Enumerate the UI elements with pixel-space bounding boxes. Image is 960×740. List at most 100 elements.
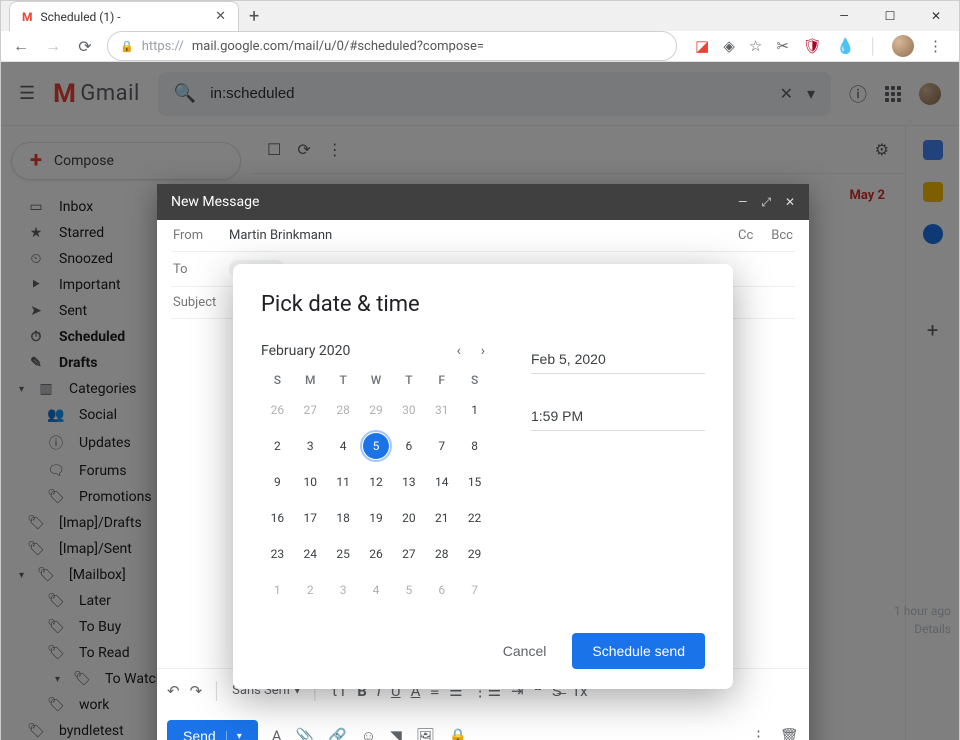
calendar-month-label: February 2020 [261, 343, 350, 359]
calendar-next-icon[interactable]: › [481, 343, 485, 359]
compose-from-row[interactable]: From Martin Brinkmann Cc Bcc [171, 220, 795, 252]
redo-icon[interactable]: ↷ [190, 682, 203, 700]
calendar-day: 1 [264, 577, 290, 603]
calendar-day[interactable]: 7 [429, 433, 455, 459]
nav-reload-icon[interactable]: ⟳ [75, 37, 95, 56]
undo-icon[interactable]: ↶ [167, 682, 180, 700]
calendar-day[interactable]: 2 [264, 433, 290, 459]
calendar-day[interactable]: 27 [396, 541, 422, 567]
calendar-day[interactable]: 18 [330, 505, 356, 531]
cancel-button[interactable]: Cancel [493, 635, 557, 667]
from-label: From [173, 228, 219, 243]
calendar-day: 26 [264, 397, 290, 423]
calendar-day: 29 [363, 397, 389, 423]
calendar-day[interactable]: 5 [363, 433, 389, 459]
calendar-dow: W [360, 373, 393, 387]
schedule-send-button[interactable]: Schedule send [572, 633, 705, 669]
insert-emoji-icon[interactable]: ☺ [361, 727, 376, 740]
calendar-day[interactable]: 16 [264, 505, 290, 531]
ext-icon-1[interactable]: ◪ [695, 37, 709, 55]
compose-minimize-icon[interactable]: — [738, 195, 747, 209]
schedule-modal: Pick date & time February 2020 ‹ › SMTWT… [233, 264, 733, 689]
calendar-day: 3 [330, 577, 356, 603]
activity-time: 1 hour ago [894, 602, 951, 620]
bcc-link[interactable]: Bcc [771, 228, 793, 243]
tab-title: Scheduled (1) - [41, 10, 121, 24]
browser-tab[interactable]: M Scheduled (1) - ✕ [9, 1, 239, 31]
profile-avatar-icon[interactable] [892, 35, 914, 57]
calendar-day[interactable]: 26 [363, 541, 389, 567]
calendar-day: 30 [396, 397, 422, 423]
window-close-button[interactable]: ✕ [913, 1, 959, 31]
calendar-day[interactable]: 6 [396, 433, 422, 459]
url-prefix: https:// [142, 39, 184, 54]
calendar-day[interactable]: 15 [462, 469, 488, 495]
ext-icon-2[interactable]: ◈ [723, 37, 735, 55]
activity-details-link[interactable]: Details [894, 620, 951, 638]
calendar-day[interactable]: 17 [297, 505, 323, 531]
browser-menu-icon[interactable]: ⋮ [928, 37, 943, 55]
calendar-day: 28 [330, 397, 356, 423]
calendar-day: 7 [462, 577, 488, 603]
formatting-toggle-icon[interactable]: A [272, 727, 282, 740]
compose-more-icon[interactable]: ⋮ [751, 727, 766, 740]
calendar-day[interactable]: 21 [429, 505, 455, 531]
calendar: February 2020 ‹ › SMTWTFS262728293031123… [261, 343, 491, 603]
browser-toolbar: ← → ⟳ 🔒 https:// mail.google.com/mail/u/… [1, 31, 959, 62]
compose-fullscreen-icon[interactable]: ⤢ [761, 195, 771, 210]
calendar-day[interactable]: 19 [363, 505, 389, 531]
calendar-dow: M [294, 373, 327, 387]
to-label: To [173, 262, 219, 277]
window-maximize-button[interactable]: ☐ [867, 1, 913, 31]
calendar-day[interactable]: 28 [429, 541, 455, 567]
calendar-day[interactable]: 22 [462, 505, 488, 531]
insert-photo-icon[interactable]: 🖼 [416, 727, 435, 740]
calendar-day[interactable]: 1 [462, 397, 488, 423]
calendar-dow: F [425, 373, 458, 387]
new-tab-button[interactable]: + [249, 6, 259, 31]
calendar-day[interactable]: 23 [264, 541, 290, 567]
nav-back-icon[interactable]: ← [11, 36, 31, 56]
calendar-day[interactable]: 13 [396, 469, 422, 495]
nav-forward-icon[interactable]: → [43, 36, 63, 56]
calendar-prev-icon[interactable]: ‹ [457, 343, 461, 359]
attach-icon[interactable]: 📎 [296, 727, 315, 740]
insert-drive-icon[interactable]: ◥ [390, 727, 402, 740]
send-button[interactable]: Send ▾ [167, 720, 258, 740]
calendar-day[interactable]: 10 [297, 469, 323, 495]
insert-link-icon[interactable]: 🔗 [328, 727, 347, 740]
calendar-day[interactable]: 25 [330, 541, 356, 567]
cc-link[interactable]: Cc [738, 228, 753, 243]
tab-close-icon[interactable]: ✕ [215, 9, 226, 24]
bookmark-star-icon[interactable]: ☆ [749, 37, 762, 55]
window-minimize-button[interactable]: — [821, 1, 867, 31]
send-options-icon[interactable]: ▾ [226, 731, 242, 740]
compose-close-icon[interactable]: ✕ [785, 195, 795, 209]
calendar-day[interactable]: 9 [264, 469, 290, 495]
compose-header[interactable]: New Message — ⤢ ✕ [157, 184, 809, 220]
calendar-day[interactable]: 24 [297, 541, 323, 567]
send-label: Send [183, 728, 216, 740]
schedule-date-input[interactable] [531, 347, 705, 374]
address-bar[interactable]: 🔒 https:// mail.google.com/mail/u/0/#sch… [107, 31, 677, 61]
ext-icon-3[interactable]: ✂ [776, 37, 789, 55]
calendar-day[interactable]: 20 [396, 505, 422, 531]
calendar-day[interactable]: 3 [297, 433, 323, 459]
ublock-icon[interactable]: 🛡 [803, 37, 822, 55]
calendar-day[interactable]: 14 [429, 469, 455, 495]
discard-draft-icon[interactable]: 🗑 [780, 727, 799, 740]
schedule-time-input[interactable] [531, 404, 705, 431]
calendar-day[interactable]: 4 [330, 433, 356, 459]
ext-icon-4[interactable]: 💧 [836, 37, 855, 55]
browser-titlebar: M Scheduled (1) - ✕ + — ☐ ✕ [1, 1, 959, 31]
calendar-day[interactable]: 29 [462, 541, 488, 567]
calendar-dow: S [458, 373, 491, 387]
lock-icon: 🔒 [120, 40, 134, 53]
calendar-day[interactable]: 8 [462, 433, 488, 459]
calendar-dow: T [392, 373, 425, 387]
calendar-day: 2 [297, 577, 323, 603]
confidential-mode-icon[interactable]: 🔒 [449, 727, 468, 740]
calendar-day[interactable]: 11 [330, 469, 356, 495]
calendar-day[interactable]: 12 [363, 469, 389, 495]
modal-title: Pick date & time [261, 292, 705, 317]
